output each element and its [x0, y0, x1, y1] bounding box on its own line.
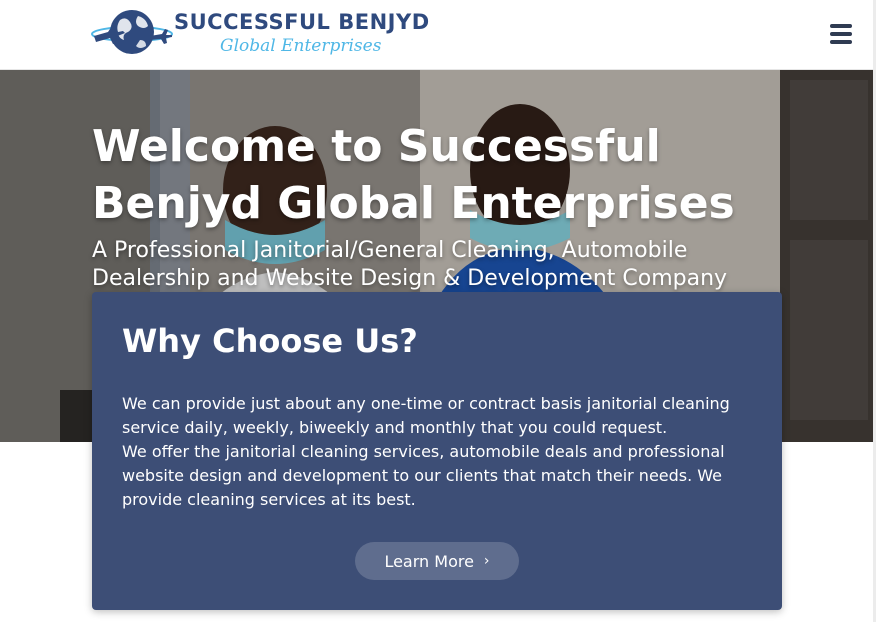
- logo-name: SUCCESSFUL BENJYD: [174, 10, 430, 34]
- hero-subtitle: A Professional Janitorial/General Cleani…: [92, 237, 792, 293]
- menu-bar: [830, 32, 852, 36]
- site-logo[interactable]: SUCCESSFUL BENJYD Global Enterprises: [90, 6, 429, 62]
- site-header: SUCCESSFUL BENJYD Global Enterprises: [0, 0, 876, 70]
- learn-more-label: Learn More: [384, 551, 474, 571]
- card-title: Why Choose Us?: [122, 322, 418, 360]
- card-paragraph: We offer the janitorial cleaning service…: [122, 442, 725, 509]
- globe-airplane-icon: [91, 10, 173, 54]
- menu-bar: [830, 24, 852, 28]
- below-fold-content: [0, 612, 876, 622]
- learn-more-button[interactable]: Learn More ›: [355, 542, 519, 580]
- hero-subtitle-line: Dealership and Website Design & Developm…: [92, 266, 728, 291]
- menu-bar: [830, 40, 852, 44]
- hero-title-line: Welcome to Successful: [92, 121, 661, 172]
- hero-subtitle-line: A Professional Janitorial/General Cleani…: [92, 238, 688, 263]
- why-choose-us-card: Why Choose Us? We can provide just about…: [92, 292, 782, 610]
- chevron-right-icon: ›: [483, 553, 490, 569]
- logo-tagline: Global Enterprises: [220, 36, 382, 56]
- card-body: We can provide just about any one-time o…: [122, 392, 754, 512]
- card-paragraph: We can provide just about any one-time o…: [122, 394, 730, 437]
- hamburger-menu-icon[interactable]: [826, 20, 856, 48]
- hero-title-line: Benjyd Global Enterprises: [92, 178, 735, 229]
- hero-title: Welcome to Successful Benjyd Global Ente…: [92, 118, 792, 232]
